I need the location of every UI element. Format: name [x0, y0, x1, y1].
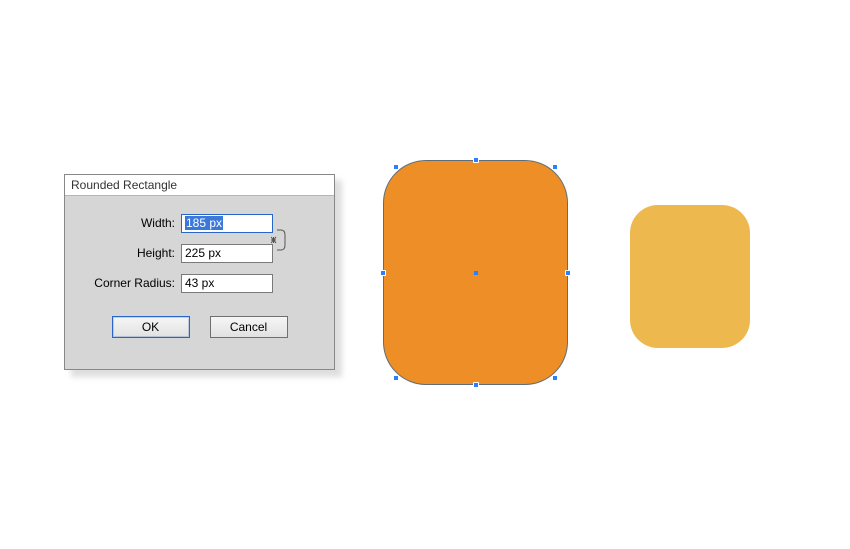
selection-handle[interactable] — [393, 164, 399, 170]
ok-button[interactable]: OK — [112, 316, 190, 338]
corner-radius-label: Corner Radius: — [83, 276, 181, 290]
width-label: Width: — [83, 216, 181, 230]
selection-handle[interactable] — [552, 375, 558, 381]
selection-handle[interactable] — [552, 164, 558, 170]
corner-radius-input[interactable]: 43 px — [181, 274, 273, 293]
dialog-button-row: OK Cancel — [83, 316, 316, 338]
selection-handle[interactable] — [473, 382, 479, 388]
constrain-proportions-icon[interactable] — [271, 226, 289, 257]
height-input[interactable]: 225 px — [181, 244, 273, 263]
rounded-rectangle-dialog: Rounded Rectangle Width: 185 px Height: … — [64, 174, 335, 370]
selection-handle[interactable] — [565, 270, 571, 276]
corner-radius-row: Corner Radius: 43 px — [83, 270, 316, 296]
selection-handle[interactable] — [380, 270, 386, 276]
canvas-shape-yellow[interactable] — [630, 205, 750, 348]
selection-handle[interactable] — [393, 375, 399, 381]
width-input[interactable]: 185 px — [181, 214, 273, 233]
dialog-body: Width: 185 px Height: 225 px Corner Radi… — [65, 196, 334, 348]
height-label: Height: — [83, 246, 181, 260]
selection-handle[interactable] — [473, 157, 479, 163]
dialog-title: Rounded Rectangle — [65, 175, 334, 196]
cancel-button[interactable]: Cancel — [210, 316, 288, 338]
selection-center[interactable] — [474, 271, 478, 275]
